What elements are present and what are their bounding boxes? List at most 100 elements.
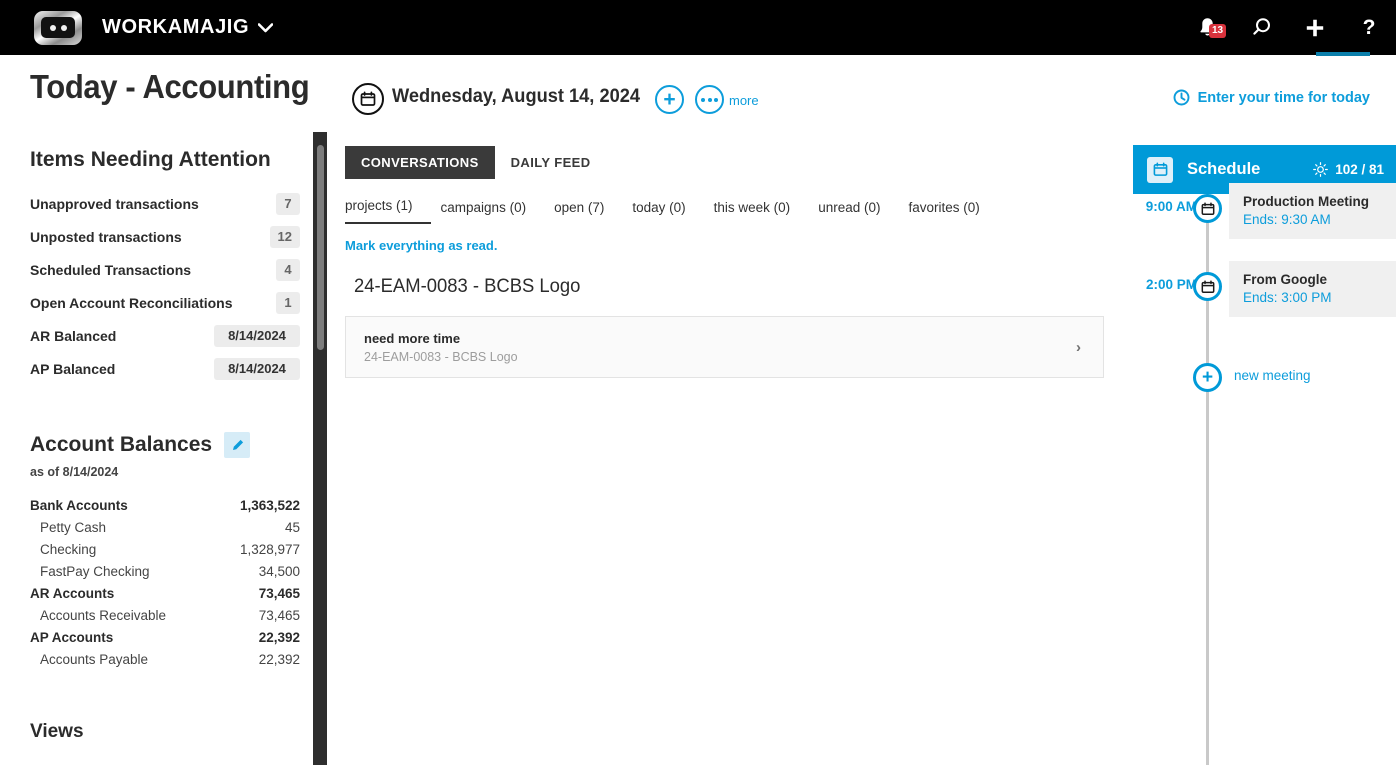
page-title: Today - Accounting bbox=[30, 68, 309, 106]
balance-value: 22,392 bbox=[259, 630, 300, 652]
schedule-title: Schedule bbox=[1187, 160, 1260, 179]
attention-label: Unposted transactions bbox=[30, 229, 182, 245]
schedule-calendar-icon bbox=[1147, 157, 1173, 183]
add-icon[interactable] bbox=[1288, 18, 1342, 38]
balance-group-row[interactable]: AR Accounts 73,465 bbox=[0, 586, 313, 608]
brand-logo-area[interactable]: WORKAMAJIG bbox=[34, 11, 273, 45]
weather-temps: 102 / 81 bbox=[1335, 162, 1384, 177]
account-balances-header: Account Balances bbox=[30, 432, 313, 458]
new-meeting-label[interactable]: new meeting bbox=[1234, 363, 1311, 383]
weather-summary: 102 / 81 bbox=[1313, 162, 1384, 177]
attention-row[interactable]: Open Account Reconciliations 1 bbox=[0, 286, 313, 319]
more-options-button[interactable] bbox=[695, 85, 724, 114]
filter-tab[interactable]: today (0) bbox=[632, 200, 703, 224]
top-navigation-bar: WORKAMAJIG 13 ? bbox=[0, 0, 1396, 55]
enter-time-label: Enter your time for today bbox=[1198, 90, 1370, 106]
attention-count: 8/14/2024 bbox=[214, 358, 300, 380]
balance-row[interactable]: Accounts Payable 22,392 bbox=[0, 652, 313, 674]
help-icon[interactable]: ? bbox=[1342, 17, 1396, 38]
tab-daily-feed[interactable]: DAILY FEED bbox=[495, 146, 607, 179]
attention-row[interactable]: Unapproved transactions7 bbox=[0, 187, 313, 220]
sun-icon bbox=[1313, 162, 1328, 177]
attention-count: 1 bbox=[276, 292, 300, 314]
chevron-right-icon[interactable]: › bbox=[1076, 339, 1081, 356]
attention-label: Unapproved transactions bbox=[30, 196, 199, 212]
balance-value: 73,465 bbox=[259, 586, 300, 608]
attention-row[interactable]: Unposted transactions 12 bbox=[0, 220, 313, 253]
search-icon[interactable] bbox=[1234, 17, 1288, 38]
filter-tab[interactable]: this week (0) bbox=[714, 200, 809, 224]
filter-tab[interactable]: unread (0) bbox=[818, 200, 898, 224]
mark-all-read-link[interactable]: Mark everything as read. bbox=[345, 238, 1133, 253]
attention-label: Open Account Reconciliations bbox=[30, 295, 233, 311]
filter-tab[interactable]: open (7) bbox=[554, 200, 622, 224]
new-meeting-row[interactable]: + new meeting bbox=[1133, 363, 1311, 383]
balance-name: Accounts Receivable bbox=[30, 608, 166, 630]
balance-row[interactable]: Petty Cash45 bbox=[0, 520, 313, 542]
attention-row[interactable]: AP Balanced 8/14/2024 bbox=[0, 352, 313, 385]
attention-label: AR Balanced bbox=[30, 328, 116, 344]
schedule-event[interactable]: 2:00 PM From Google Ends: 3:00 PM bbox=[1133, 261, 1396, 317]
add-meeting-icon[interactable]: + bbox=[1193, 363, 1222, 392]
main-content-area: CONVERSATIONSDAILY FEED projects (1) camp… bbox=[327, 132, 1133, 765]
event-name: From Google bbox=[1243, 272, 1396, 287]
sidebar-scrollbar-thumb[interactable] bbox=[317, 145, 324, 350]
balance-value: 22,392 bbox=[259, 652, 300, 674]
balance-value: 1,328,977 bbox=[240, 542, 300, 564]
schedule-event[interactable]: 9:00 AMProduction MeetingEnds: 9:30 AM bbox=[1133, 183, 1396, 239]
event-name: Production Meeting bbox=[1243, 194, 1396, 209]
bell-icon[interactable]: 13 bbox=[1180, 17, 1234, 38]
conversation-group-title: 24-EAM-0083 - BCBS Logo bbox=[354, 276, 1110, 298]
filter-tab[interactable]: favorites (0) bbox=[908, 200, 997, 224]
balance-name: AR Accounts bbox=[30, 586, 114, 608]
balance-value: 45 bbox=[285, 520, 300, 542]
calendar-icon[interactable] bbox=[352, 83, 384, 115]
conversation-project: 24-EAM-0083 - BCBS Logo bbox=[364, 350, 518, 364]
left-sidebar: Items Needing Attention Unapproved trans… bbox=[0, 132, 313, 765]
balance-name: Bank Accounts bbox=[30, 498, 128, 520]
conversation-card[interactable]: need more time 24-EAM-0083 - BCBS Logo › bbox=[345, 316, 1104, 378]
balance-group-row[interactable]: AP Accounts 22,392 bbox=[0, 630, 313, 652]
attention-count: 12 bbox=[270, 226, 300, 248]
top-icons-group: 13 ? bbox=[1180, 0, 1396, 55]
balance-value: 34,500 bbox=[259, 564, 300, 586]
tab-conversations[interactable]: CONVERSATIONS bbox=[345, 146, 495, 179]
balance-value: 73,465 bbox=[259, 608, 300, 630]
current-date: Wednesday, August 14, 2024 bbox=[392, 86, 640, 108]
balance-row[interactable]: Accounts Receivable 73,465 bbox=[0, 608, 313, 630]
conversation-filter-tabs: projects (1) campaigns (0) open (7) today (… bbox=[345, 198, 1133, 224]
event-time: 2:00 PM bbox=[1133, 261, 1197, 317]
balances-as-of-date: as of 8/14/2024 bbox=[30, 465, 313, 479]
main-tab-bar: CONVERSATIONSDAILY FEED bbox=[345, 146, 1133, 179]
balance-row[interactable]: Checking 1,328,977 bbox=[0, 542, 313, 564]
account-balances-list: Bank Accounts1,363,522Petty Cash45Checki… bbox=[0, 498, 313, 674]
event-calendar-icon[interactable] bbox=[1193, 272, 1222, 301]
balance-name: AP Accounts bbox=[30, 630, 113, 652]
more-label[interactable]: more bbox=[729, 93, 759, 108]
enter-time-link[interactable]: Enter your time for today bbox=[1173, 89, 1370, 106]
attention-label: AP Balanced bbox=[30, 361, 115, 377]
balance-name: Accounts Payable bbox=[30, 652, 148, 674]
notification-badge: 13 bbox=[1209, 24, 1226, 38]
event-end-time: Ends: 3:00 PM bbox=[1243, 290, 1396, 305]
filter-tab[interactable]: projects (1) bbox=[345, 198, 431, 224]
filter-tab[interactable]: campaigns (0) bbox=[441, 200, 545, 224]
items-needing-attention-heading: Items Needing Attention bbox=[30, 148, 313, 172]
chevron-down-icon[interactable] bbox=[258, 23, 273, 33]
workamajig-logo-icon bbox=[34, 11, 82, 45]
event-end-time: Ends: 9:30 AM bbox=[1243, 212, 1396, 227]
balance-name: FastPay Checking bbox=[30, 564, 150, 586]
attention-count: 8/14/2024 bbox=[214, 325, 300, 347]
clock-icon bbox=[1173, 89, 1190, 106]
balance-name: Checking bbox=[30, 542, 96, 564]
add-event-button[interactable]: + bbox=[655, 85, 684, 114]
edit-balances-button[interactable] bbox=[224, 432, 250, 458]
balance-group-row[interactable]: Bank Accounts1,363,522 bbox=[0, 498, 313, 520]
attention-row[interactable]: AR Balanced 8/14/2024 bbox=[0, 319, 313, 352]
attention-row[interactable]: Scheduled Transactions4 bbox=[0, 253, 313, 286]
balance-row[interactable]: FastPay Checking 34,500 bbox=[0, 564, 313, 586]
conversation-message: need more time bbox=[364, 331, 518, 346]
event-details: Production Meeting Ends: 9:30 AM bbox=[1229, 183, 1396, 239]
event-calendar-icon[interactable] bbox=[1193, 194, 1222, 223]
attention-label: Scheduled Transactions bbox=[30, 262, 191, 278]
